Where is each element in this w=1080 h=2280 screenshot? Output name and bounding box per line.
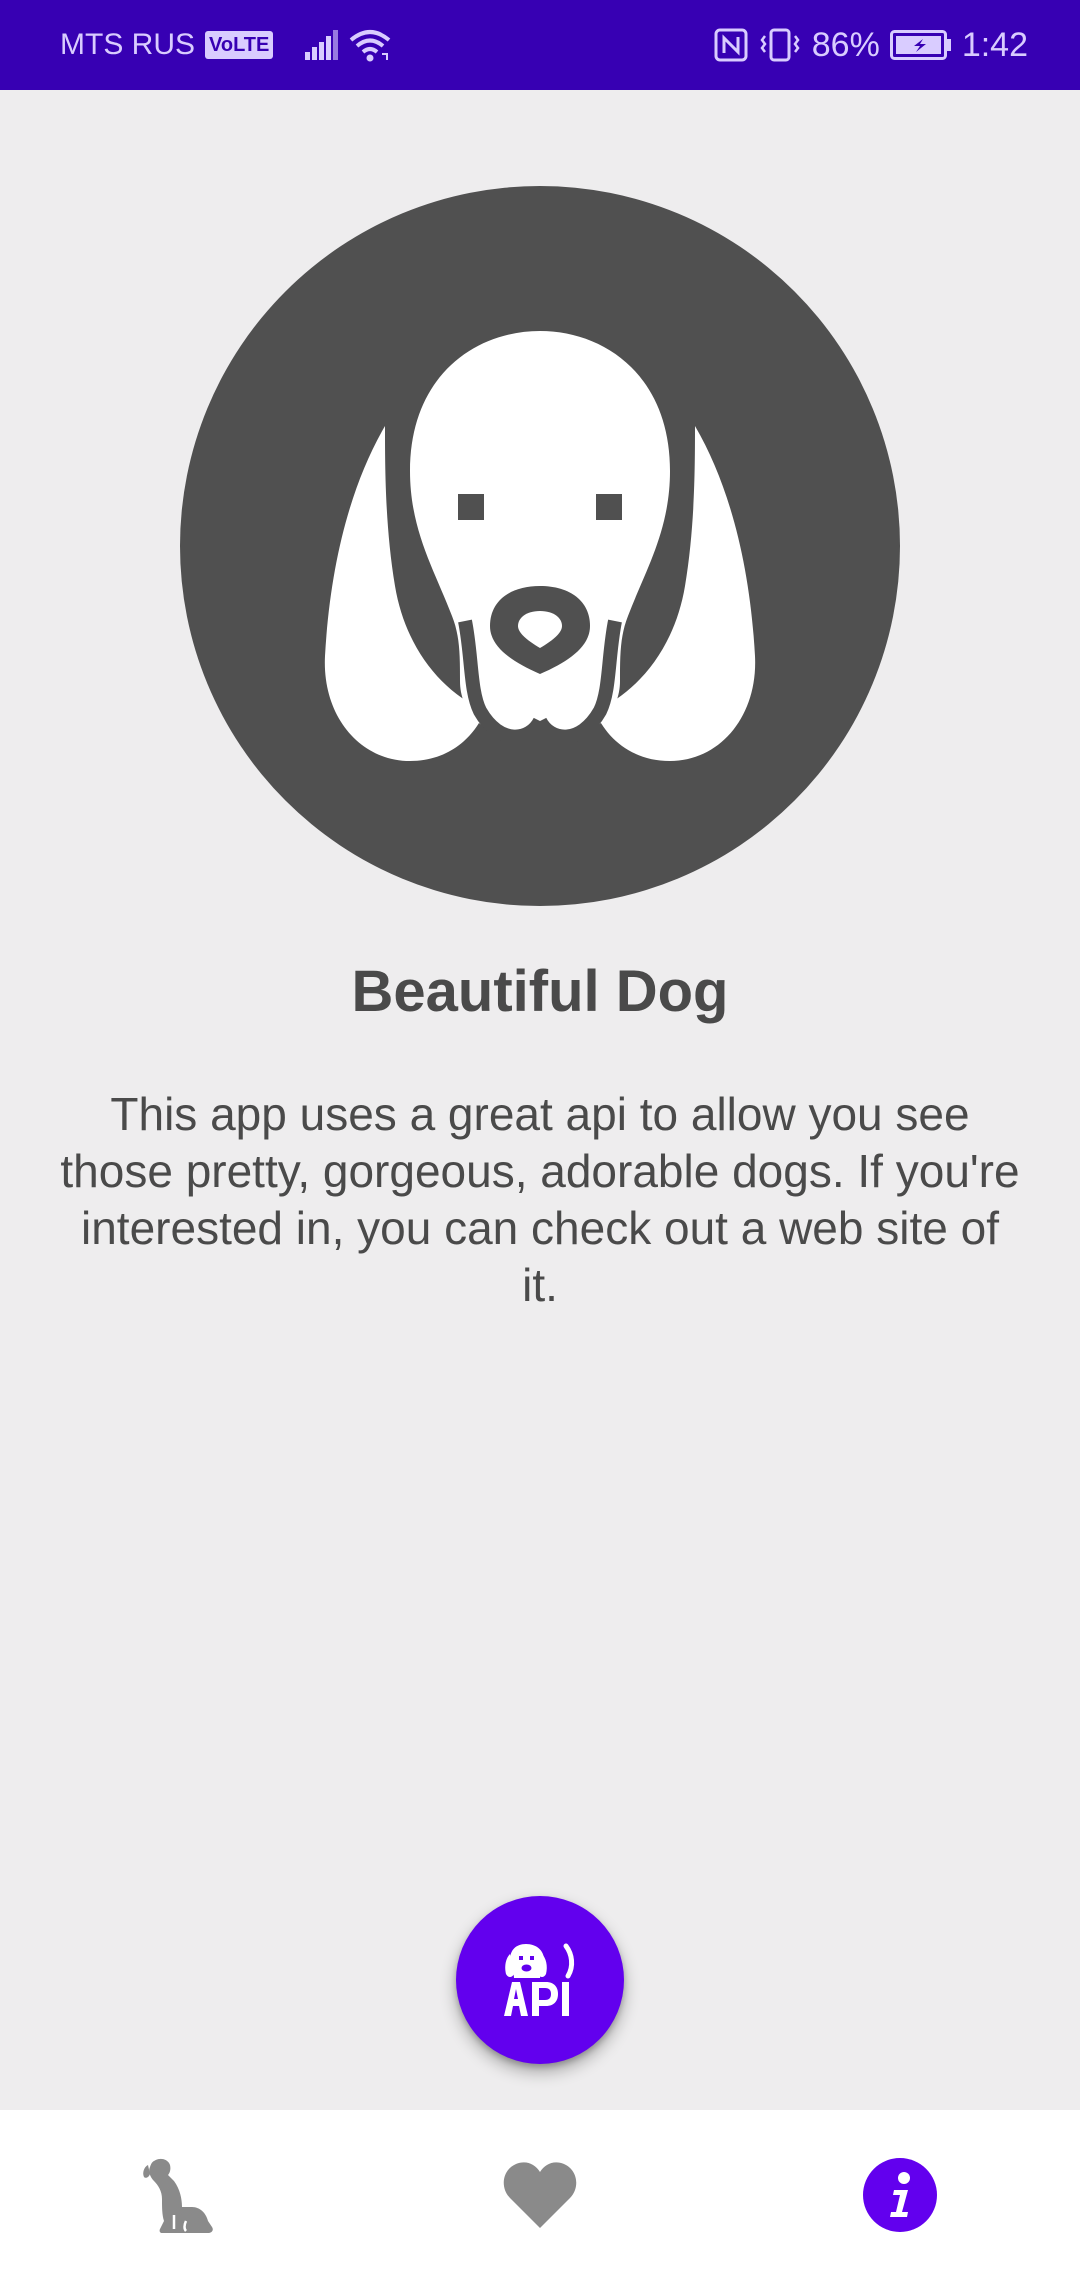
- volte-badge: VoLTE: [205, 31, 274, 59]
- status-bar: MTS RUS VoLTE 86% 1:42: [0, 0, 1080, 90]
- clock: 1:42: [961, 25, 1028, 64]
- bottom-navigation: [0, 2110, 1080, 2280]
- dog-api-icon: [504, 1943, 575, 2016]
- info-badge: [863, 2158, 937, 2232]
- heart-icon: [503, 2162, 577, 2228]
- status-bar-right: 86% 1:42: [714, 0, 1028, 90]
- battery-percent: 86%: [811, 25, 880, 64]
- info-icon: [890, 2172, 910, 2217]
- wifi-icon: [350, 30, 391, 62]
- nav-item-favorites[interactable]: [360, 2110, 720, 2280]
- dog-face-icon: [324, 331, 756, 761]
- signal-icon: [305, 30, 339, 60]
- nav-item-dogs[interactable]: [0, 2110, 360, 2280]
- vibrate-icon: [760, 28, 800, 62]
- nfc-icon: [714, 28, 748, 62]
- sitting-dog-icon: [143, 2158, 213, 2233]
- page-title: Beautiful Dog: [351, 959, 729, 1024]
- network-icons: [305, 28, 391, 62]
- about-screen: MTS RUS VoLTE 86% 1:42 Beautiful Dog Thi…: [0, 0, 1080, 2280]
- battery-charging-icon: [889, 30, 951, 60]
- api-fab-button[interactable]: [456, 1896, 624, 2064]
- status-bar-left: MTS RUS VoLTE: [60, 0, 391, 90]
- dog-avatar: [180, 186, 900, 906]
- app-description: This app uses a great api to allow you s…: [60, 1088, 1020, 1311]
- carrier-label: MTS RUS: [60, 28, 195, 61]
- nav-item-info[interactable]: [720, 2110, 1080, 2280]
